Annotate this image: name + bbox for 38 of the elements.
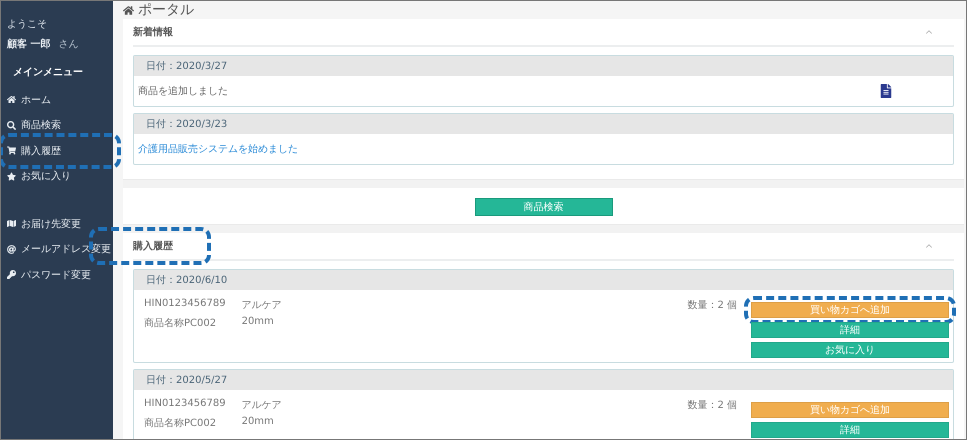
menu-heading: メインメニュー [13,66,84,79]
document-icon[interactable] [879,84,893,98]
honorific-text: さん [58,38,78,51]
maker-name: アルケア [242,299,282,312]
order-date: 日付：2020/6/10 [146,274,228,287]
star-icon [7,172,16,181]
maker-name: アルケア [242,399,282,412]
quantity-text: 数量：2 個 [687,399,737,413]
key-icon [7,270,16,280]
section-title: 新着情報 [133,25,173,39]
cart-icon [7,146,16,156]
product-name: 商品名称PC002 [144,316,218,330]
sidebar-item[interactable]: お気に入り [7,164,113,189]
user-name: 顧客 一郎 [7,37,50,51]
sidebar-item[interactable]: お届け先変更 [7,211,113,236]
sidebar-item[interactable]: 購入履歴 [7,138,113,164]
news-link[interactable]: 介護用品販売システムを始めました [138,142,298,156]
product-code: HIN0123456789 [144,298,226,311]
product-size: 20mm [242,316,275,329]
map-icon [7,219,16,228]
product-code: HIN0123456789 [144,398,226,411]
quantity-text: 数量：2 個 [687,299,737,313]
search-icon [7,120,16,130]
home-icon [123,4,134,16]
sidebar-item[interactable]: ホーム [7,87,113,112]
page-title: ポータル [138,1,194,19]
order-date: 日付：2020/5/27 [146,374,228,387]
news-date: 日付：2020/3/27 [146,60,228,73]
at-sign-icon [7,244,16,254]
news-date: 日付：2020/3/23 [146,118,228,131]
product-size: 20mm [242,416,275,429]
news-text: 商品を追加しました [138,84,228,98]
product-name: 商品名称PC002 [144,416,218,430]
sidebar-item[interactable]: 商品検索 [7,112,113,138]
section-title: 購入履歴 [133,239,173,253]
sidebar-item[interactable]: パスワード変更 [7,262,113,288]
home-icon [7,95,16,104]
welcome-text: ようこそ [7,18,48,31]
